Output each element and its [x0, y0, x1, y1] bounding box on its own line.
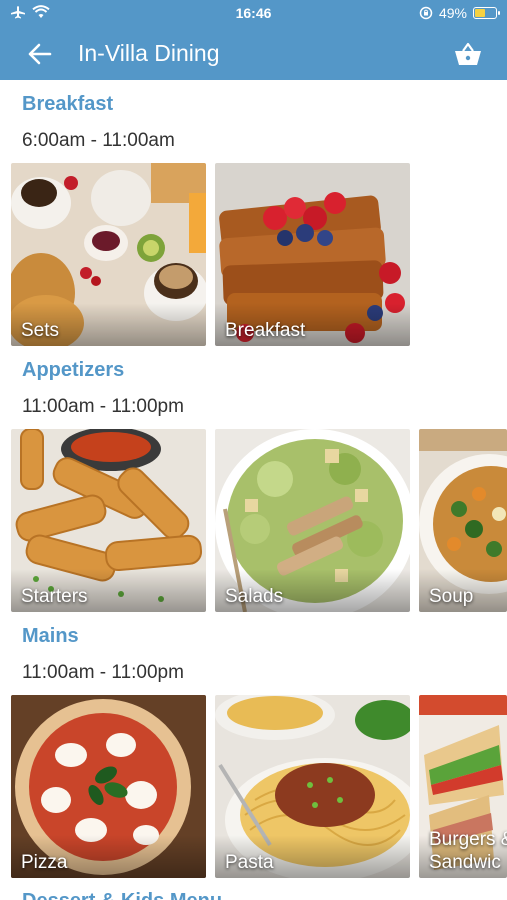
app-bar: In-Villa Dining — [0, 28, 507, 80]
menu-tile-sets[interactable]: Sets — [11, 163, 206, 346]
section-title-mains: Mains — [22, 625, 79, 647]
menu-tile-label: Pasta — [225, 852, 274, 873]
menu-tile-label: Breakfast — [225, 320, 306, 341]
battery-icon — [473, 7, 500, 19]
section-title-appetizers: Appetizers — [22, 359, 125, 381]
menu-tile-label: Pizza — [21, 852, 68, 873]
menu-tile-pizza[interactable]: Pizza — [11, 695, 206, 878]
menu-tile-label: Starters — [21, 586, 88, 607]
back-arrow-icon[interactable] — [26, 41, 54, 67]
menu-tile-salads[interactable]: Salads — [215, 429, 410, 612]
battery-percent: 49% — [438, 5, 467, 21]
status-bar: 16:46 49% — [0, 0, 507, 28]
menu-tile-label: Sets — [21, 320, 60, 341]
section-title-dessert-kids: Dessert & Kids Menu — [22, 890, 222, 900]
section-title-breakfast: Breakfast — [22, 93, 114, 115]
status-right: 49% — [419, 5, 500, 21]
page-title: In-Villa Dining — [78, 40, 220, 66]
menu-tile-burgers-sandwiches[interactable]: Burgers & Sandwic — [419, 695, 507, 878]
menu-tile-pasta[interactable]: Pasta — [215, 695, 410, 878]
menu-tile-label-line1: Burgers & — [429, 829, 507, 850]
menu-tile-label: Burgers & Sandwic — [429, 828, 507, 874]
menu-content[interactable]: Breakfast 6:00am - 11:00am Sets Breakfas… — [0, 80, 507, 900]
orientation-lock-icon — [419, 6, 433, 20]
section-hours-mains: 11:00am - 11:00pm — [22, 662, 184, 683]
menu-tile-label: Soup — [429, 586, 474, 607]
menu-tile-starters[interactable]: Starters — [11, 429, 206, 612]
menu-tile-breakfast[interactable]: Breakfast — [215, 163, 410, 346]
section-hours-breakfast: 6:00am - 11:00am — [22, 130, 175, 151]
section-hours-appetizers: 11:00am - 11:00pm — [22, 396, 184, 417]
menu-tile-label: Salads — [225, 586, 284, 607]
shopping-basket-icon[interactable] — [453, 40, 483, 68]
menu-tile-soup[interactable]: Soup — [419, 429, 507, 612]
menu-tile-label-line2: Sandwic — [429, 852, 501, 873]
